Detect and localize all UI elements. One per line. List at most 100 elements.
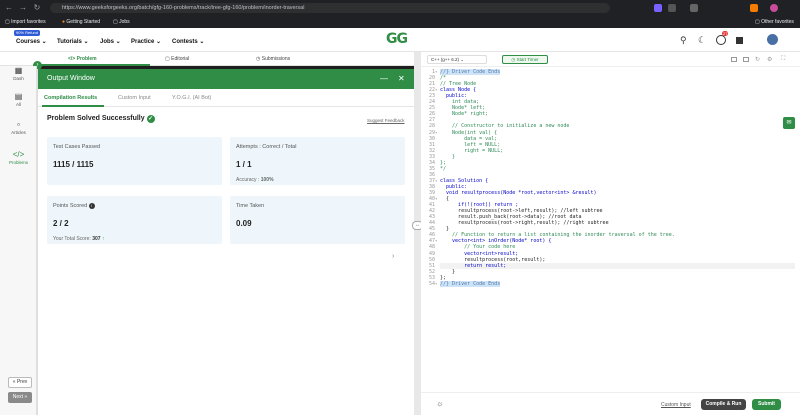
chevron-right-icon[interactable]: › [392,253,394,260]
tab-submissions[interactable]: ◷ Submissions [256,56,290,62]
left-rail: ▦ Dash ▤ All ▫ Articles </> Problems « Prev … [0,66,37,415]
test-cases-label: Test Cases Passed [53,144,101,150]
time-taken-label: Time Taken [236,203,265,209]
reset-icon[interactable]: ↻ [755,56,760,63]
attempts-label: Attempts : Correct / Total [236,144,297,150]
fold-arrow-icon[interactable]: ▾ [435,130,437,135]
back-icon[interactable]: ← [4,3,14,13]
pane-splitter[interactable] [414,52,421,415]
attempts-value: 1 / 1 [236,160,252,169]
extension-icon[interactable] [654,4,662,12]
bookmark-getting-started[interactable]: ● Getting Started [62,16,100,28]
tab-custom-input[interactable]: Custom Input [118,95,151,101]
fold-arrow-icon[interactable]: ▾ [435,196,437,201]
copilot-icon[interactable] [770,4,778,12]
custom-input-link[interactable]: Custom Input [661,402,691,408]
tab-compilation-results[interactable]: Compilation Results [44,95,97,101]
line-number: 54 [428,280,435,287]
bookmark-import[interactable]: ▢ Import favorites [5,16,46,28]
rail-item-dash[interactable]: ▦ Dash [2,66,35,81]
fold-arrow-icon[interactable]: ▾ [435,281,437,286]
format-icon[interactable] [743,57,749,62]
split-screen-icon[interactable] [690,4,698,12]
fold-arrow-icon[interactable]: ▾ [435,69,437,74]
output-window: Output Window — ✕ Compilation Results Cu… [37,69,415,415]
menu-jobs[interactable]: Jobs ⌄ [100,38,121,45]
article-icon: ▫ [17,120,20,129]
avatar[interactable] [767,34,778,45]
rail-item-all[interactable]: ▤ All [2,92,35,107]
editor-toolbar: C++ (g++ 6.2) ⌄ ◷ Start Timer ↻ ⚙ ⛶ [421,52,800,67]
menu-contests[interactable]: Contests ⌄ [172,38,204,45]
output-window-title: Output Window [47,75,95,82]
language-select[interactable]: C++ (g++ 6.2) ⌄ [427,55,487,64]
refresh-icon[interactable]: ↻ [32,3,42,13]
next-button[interactable]: Next » [8,392,32,403]
time-taken-card: Time Taken 0.09 [230,196,405,244]
menu-tutorials[interactable]: Tutorials ⌄ [57,38,89,45]
fullscreen-icon[interactable]: ⛶ [781,56,785,63]
other-favorites[interactable]: ▢ Other favorites [755,16,794,28]
points-value: 2 / 2 [53,219,69,228]
code-area[interactable]: 1 ▾//} Driver Code Ends 20/* 21// Tree Node… [421,67,800,367]
minimize-icon[interactable]: — [380,69,388,89]
grid-icon: ▤ [14,92,23,101]
info-icon[interactable]: i [88,203,95,209]
chat-icon[interactable]: ✉ [783,117,795,129]
notification-count: 27 [722,31,729,36]
code-line: Node* right; [440,111,489,118]
check-icon: ✓ [146,115,155,123]
code-line: */ [440,165,447,172]
suggest-feedback-link[interactable]: Suggest Feedback [367,118,405,123]
compile-run-button[interactable]: Compile & Run [701,399,746,410]
test-cases-value: 1115 / 1115 [53,160,94,169]
tab-problem[interactable]: </> Problem [68,56,97,62]
bookmark-jobs[interactable]: ▢ Jobs [113,16,130,28]
attempts-card: Attempts : Correct / Total 1 / 1 Accurac… [230,137,405,185]
search-icon[interactable]: ⚲ [680,35,687,46]
rail-item-problems[interactable]: </> Problems [2,150,35,165]
fold-arrow-icon[interactable]: ▾ [435,238,437,243]
sale-badge: 90% Refund [14,30,40,36]
bookmarks-bar: ▢ Import favorites ● Getting Started ▢ J… [0,16,800,28]
fold-arrow-icon[interactable]: ▾ [435,87,437,92]
settings-icon[interactable]: ⚙ [767,56,772,63]
dark-mode-icon[interactable]: ☾ [698,35,706,46]
submit-button[interactable]: Submit [752,399,781,410]
time-taken-value: 0.09 [236,219,252,228]
close-icon[interactable]: ✕ [398,69,405,89]
translate-icon[interactable] [736,37,743,44]
theme-toggle-icon[interactable]: ☼ [436,399,443,408]
profile-icon[interactable] [750,4,758,12]
address-bar[interactable]: https://www.geeksforgeeks.org/batch/gfg-… [50,3,610,13]
test-cases-card: Test Cases Passed 1115 / 1115 [47,137,222,185]
code-line: void resultprocess(Node *root,vector<int… [440,190,597,196]
status-title: Problem Solved Successfully ✓ [47,115,155,123]
notification-icon[interactable] [716,35,726,45]
problem-tabs: </> Problem ▢ Editorial ◷ Submissions [0,52,415,66]
output-window-header: Output Window — ✕ [38,69,415,89]
editor-footer: ☼ Custom Input Compile & Run Submit [421,392,800,415]
menu-courses[interactable]: Courses ⌄ [16,38,47,45]
gfg-logo[interactable]: GG [386,31,408,47]
menu-practice[interactable]: Practice ⌄ [131,38,161,45]
prev-button[interactable]: « Prev [8,377,32,388]
dashboard-icon: ▦ [14,66,23,75]
code-icon: </> [12,150,25,159]
tab-editorial[interactable]: ▢ Editorial [165,56,189,62]
active-output-tab-indicator [42,105,104,107]
code-line: return result; [440,262,795,269]
favorite-star-icon[interactable] [668,4,676,12]
tab-yogi-ai-bot[interactable]: Y.O.G.I. (AI Bot) [172,95,211,101]
points-label: Points Scored i [53,203,95,209]
fold-arrow-icon[interactable]: ▾ [435,178,437,183]
active-tab-indicator [40,64,150,66]
rail-item-articles[interactable]: ▫ Articles [2,120,35,135]
forward-icon[interactable]: → [18,3,28,13]
start-timer-button[interactable]: ◷ Start Timer [502,55,548,64]
copy-icon[interactable] [731,57,737,62]
browser-toolbar: ← → ↻ https://www.geeksforgeeks.org/batc… [0,0,800,16]
code-line: resultprocess(root->right,result); //rig… [440,220,609,227]
code-line: //} Driver Code Ends [440,69,501,75]
arrow-up-icon: ↑ [101,236,105,242]
